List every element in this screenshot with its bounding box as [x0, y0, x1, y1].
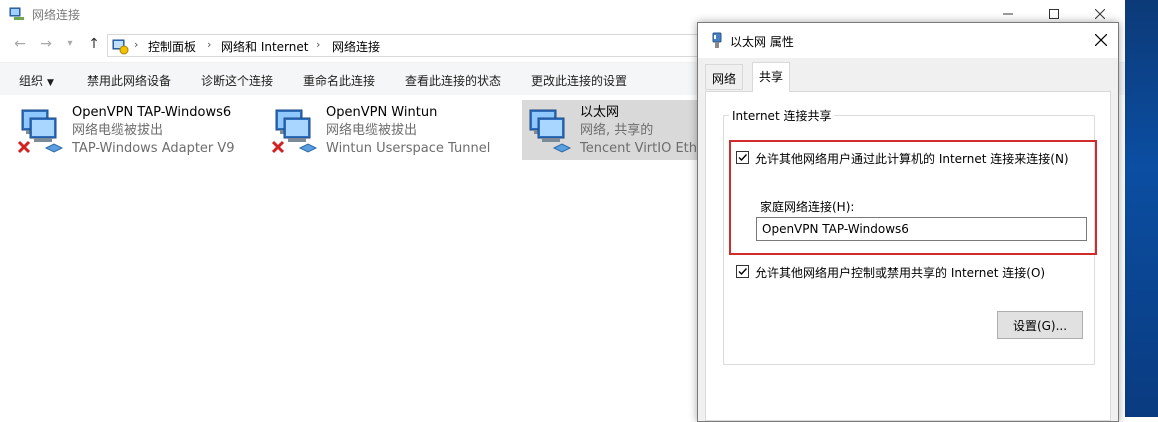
breadcrumb-separator-icon: ›: [316, 38, 321, 51]
checkmark-icon: [738, 268, 748, 276]
control-panel-icon: [112, 39, 129, 55]
home-connection-label: 家庭网络连接(H):: [760, 200, 855, 214]
breadcrumb-control-panel[interactable]: 控制面板: [148, 38, 196, 55]
forward-arrow-icon[interactable]: →: [38, 36, 54, 52]
address-bar[interactable]: › 控制面板 › 网络和 Internet › 网络连接: [107, 34, 707, 57]
breadcrumb-separator-icon: ›: [207, 38, 212, 51]
dropdown-caret-icon: ▼: [47, 78, 54, 88]
connection-status: 网络电缆被拔出: [72, 123, 164, 138]
window-title: 网络连接: [32, 8, 81, 22]
breadcrumb-network-connections[interactable]: 网络连接: [332, 38, 380, 55]
change-settings-button[interactable]: 更改此连接的设置: [531, 72, 627, 89]
organize-label: 组织: [19, 74, 44, 88]
organize-menu[interactable]: 组织 ▼: [19, 72, 54, 89]
allow-sharing-checkbox[interactable]: [736, 151, 749, 164]
connection-name: OpenVPN TAP-Windows6: [72, 105, 232, 120]
dialog-title-bar: 以太网 属性: [698, 23, 1118, 58]
settings-button[interactable]: 设置(G)...: [997, 311, 1083, 339]
connection-item-ethernet[interactable]: 以太网 网络, 共享的 Tencent VirtIO Ether: [522, 100, 710, 160]
desktop-background: [1125, 0, 1158, 417]
allow-sharing-label[interactable]: 允许其他网络用户通过此计算机的 Internet 连接来连接(N): [755, 150, 1069, 167]
connection-item-openvpn-wintun[interactable]: OpenVPN Wintun 网络电缆被拔出 Wintun Userspace …: [254, 100, 504, 160]
network-plug-icon: [712, 32, 722, 48]
network-adapter-icon: [529, 109, 572, 153]
disable-device-button[interactable]: 禁用此网络设备: [87, 72, 171, 89]
connection-status: 网络, 共享的: [580, 123, 654, 138]
connection-name: OpenVPN Wintun: [326, 105, 438, 120]
connection-adapter: Wintun Userspace Tunnel: [326, 141, 491, 156]
dialog-close-button[interactable]: [1088, 27, 1114, 53]
checkmark-icon: [738, 154, 748, 162]
connection-item-openvpn-tap[interactable]: OpenVPN TAP-Windows6 网络电缆被拔出 TAP-Windows…: [0, 100, 250, 160]
breadcrumb-separator-icon: ›: [134, 38, 139, 51]
rename-connection-button[interactable]: 重命名此连接: [303, 72, 375, 89]
tab-networking[interactable]: 网络: [705, 64, 744, 90]
diagnose-connection-button[interactable]: 诊断这个连接: [201, 72, 273, 89]
tab-sharing[interactable]: 共享: [752, 62, 791, 92]
back-arrow-icon[interactable]: ←: [12, 36, 28, 52]
ethernet-properties-dialog: 以太网 属性 网络 共享 Internet 连接共享 允许其他网络用户通过此计算…: [697, 22, 1119, 422]
network-adapter-icon: [17, 109, 64, 154]
recent-locations-chevron-icon[interactable]: ▾: [62, 36, 78, 52]
maximize-icon: [1049, 9, 1059, 19]
up-arrow-icon[interactable]: ↑: [86, 36, 102, 52]
connection-status: 网络电缆被拔出: [326, 123, 418, 138]
close-icon: [1095, 34, 1107, 46]
home-connection-field[interactable]: OpenVPN TAP-Windows6: [756, 217, 1087, 241]
minimize-icon: [1003, 13, 1013, 15]
sharing-tab-panel: Internet 连接共享 允许其他网络用户通过此计算机的 Internet 连…: [705, 91, 1111, 421]
internet-sharing-group: Internet 连接共享 允许其他网络用户通过此计算机的 Internet 连…: [723, 107, 1097, 365]
dialog-title: 以太网 属性: [730, 35, 794, 49]
network-connections-icon: [9, 7, 24, 20]
connection-adapter: Tencent VirtIO Ether: [580, 141, 711, 156]
view-status-button[interactable]: 查看此连接的状态: [405, 72, 501, 89]
group-title: Internet 连接共享: [729, 107, 835, 124]
connection-adapter: TAP-Windows Adapter V9: [72, 141, 235, 156]
close-icon: [1095, 9, 1105, 19]
allow-control-checkbox[interactable]: [736, 265, 749, 278]
connection-name: 以太网: [580, 105, 620, 120]
breadcrumb-network-internet[interactable]: 网络和 Internet: [221, 38, 308, 55]
allow-control-label[interactable]: 允许其他网络用户控制或禁用共享的 Internet 连接(O): [755, 264, 1045, 281]
network-adapter-icon: [271, 109, 318, 154]
